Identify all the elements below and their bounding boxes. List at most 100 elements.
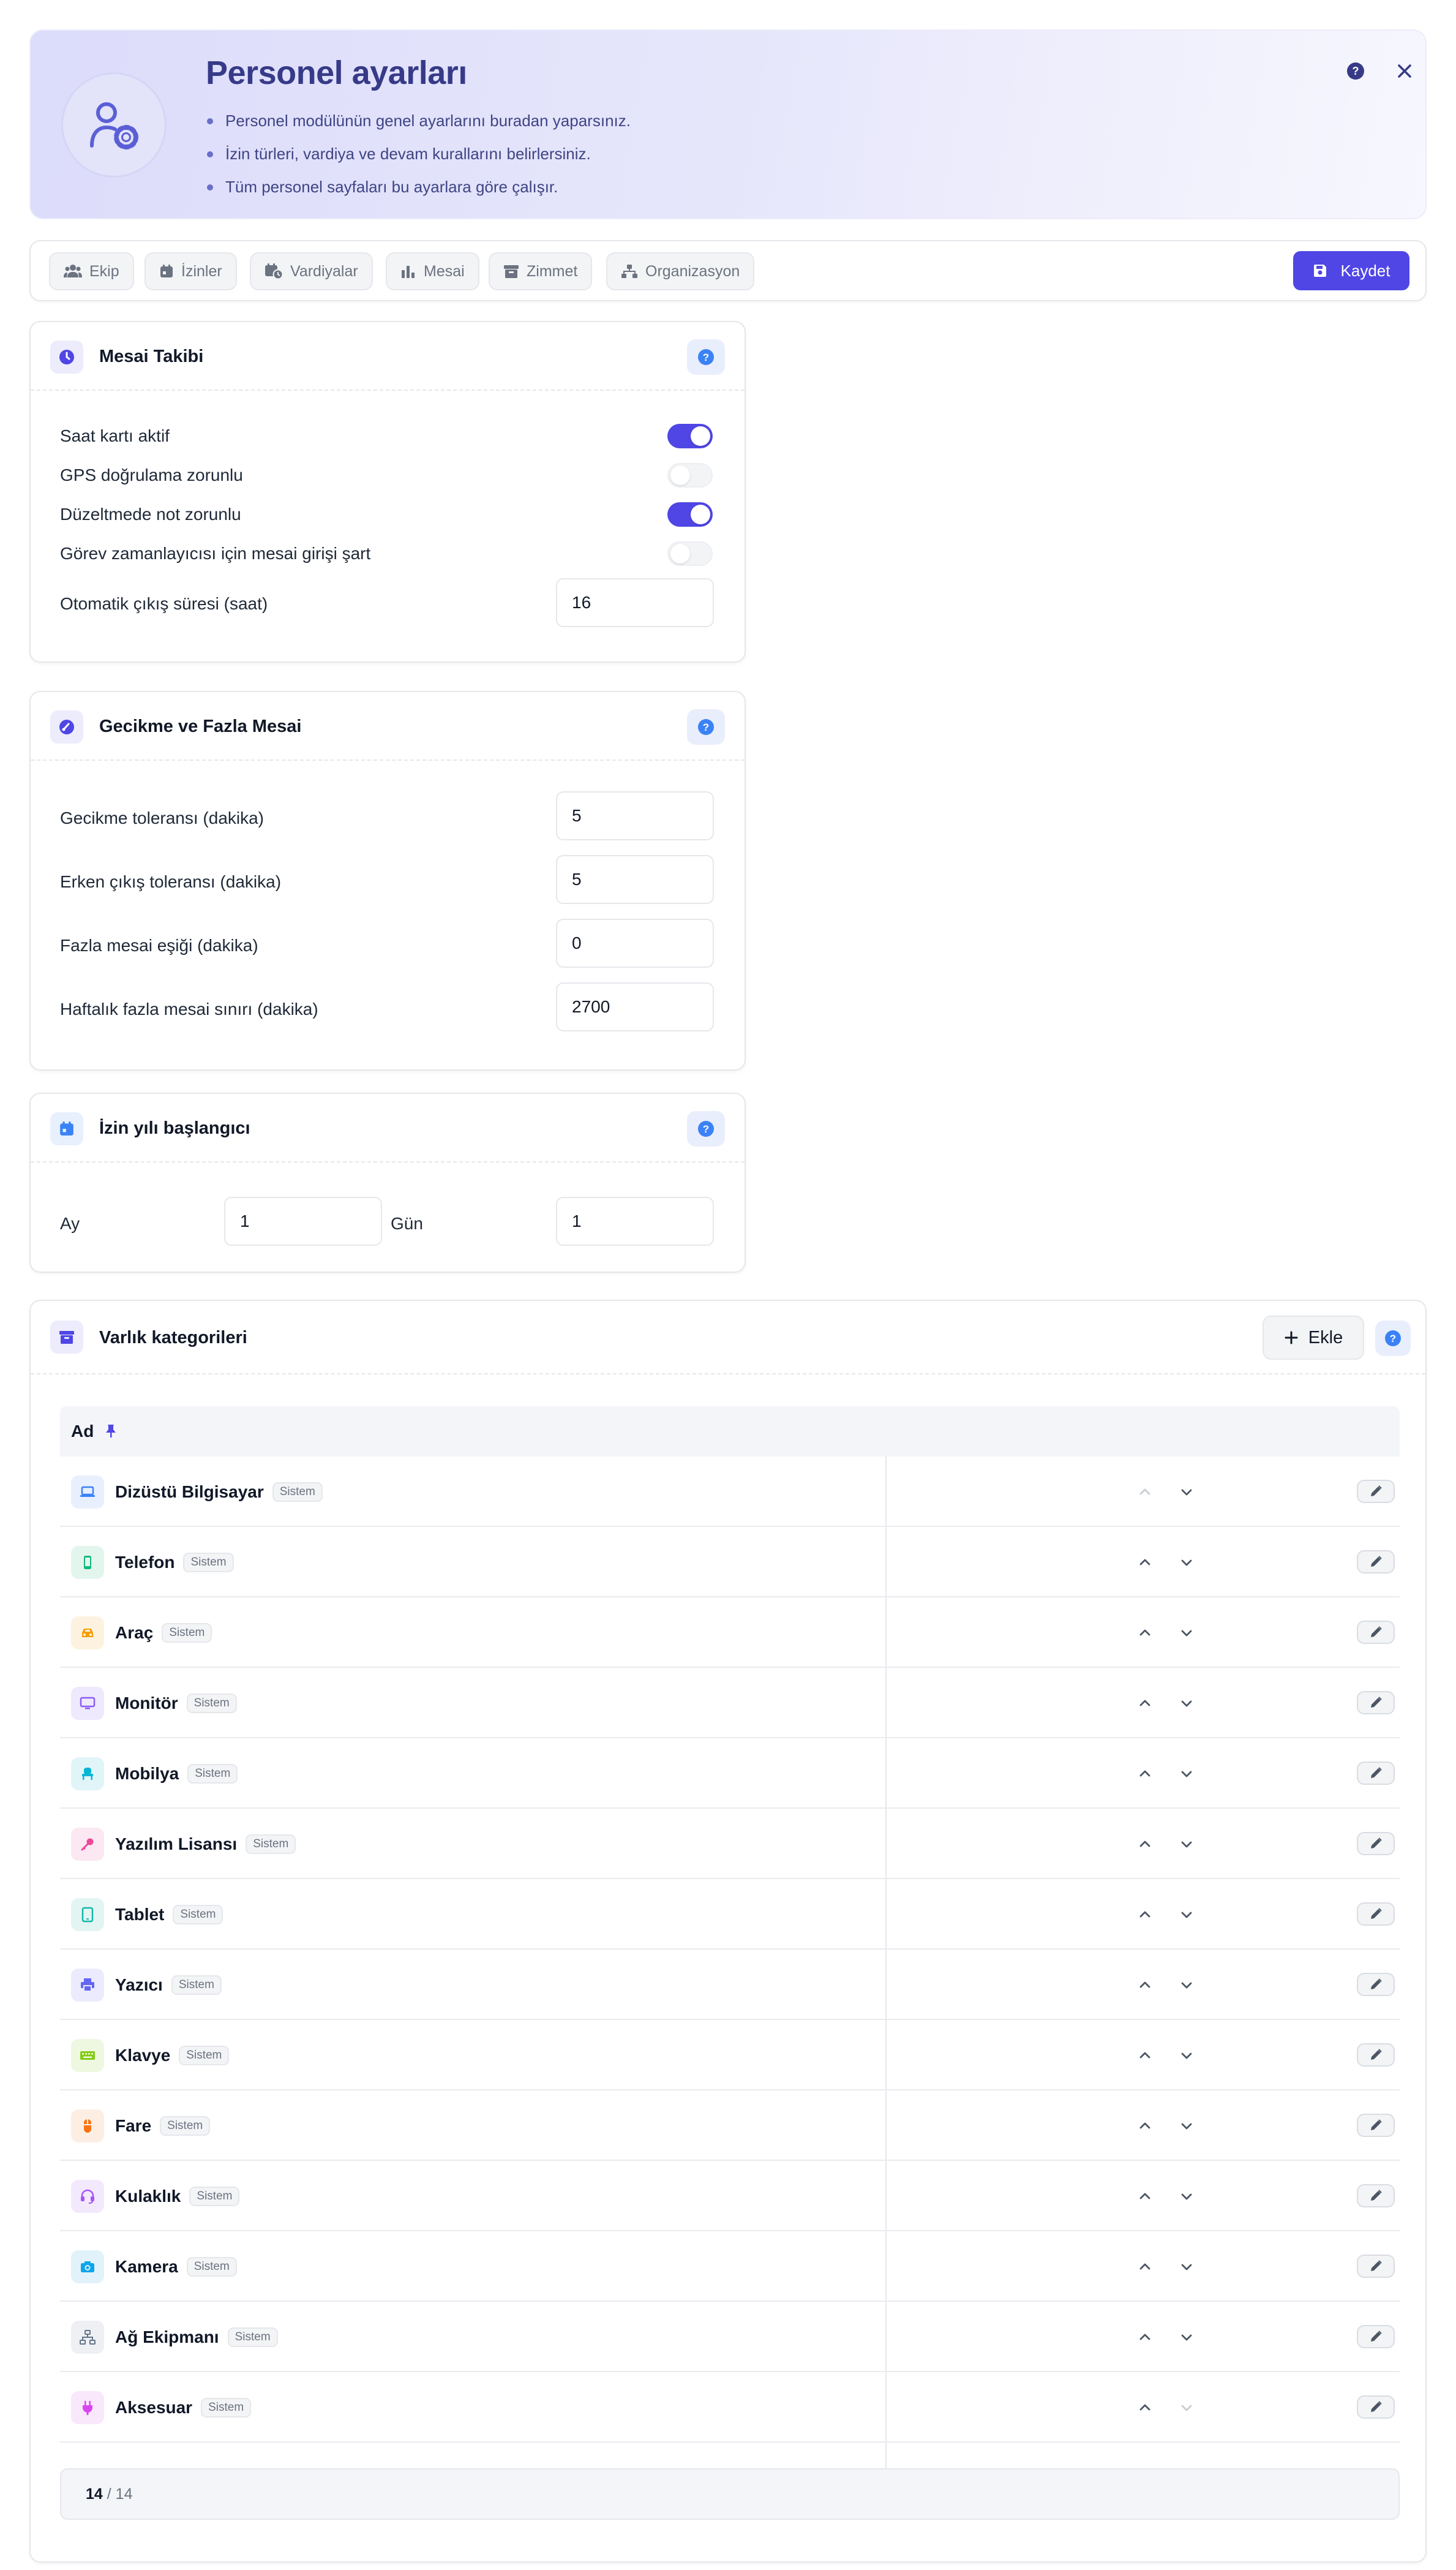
move-up-button[interactable] (1134, 1481, 1156, 1503)
save-button[interactable]: Kaydet (1293, 251, 1409, 290)
move-down-button[interactable] (1176, 2115, 1198, 2137)
table-row: Kamera Sistem (60, 2231, 1400, 2302)
chevron-up-icon (1139, 1981, 1150, 1988)
correction-note-toggle[interactable] (667, 502, 713, 527)
edit-button[interactable] (1357, 1973, 1395, 1996)
help-button[interactable]: ? (687, 709, 725, 745)
move-down-button[interactable] (1176, 2256, 1198, 2278)
tab-mesai[interactable]: Mesai (386, 252, 479, 290)
early-leave-tolerance-input[interactable]: 5 (556, 855, 714, 904)
chevron-down-icon (1181, 1630, 1192, 1637)
system-badge: Sistem (160, 2116, 211, 2136)
edit-button[interactable] (1357, 1762, 1395, 1785)
edit-button[interactable] (1357, 1832, 1395, 1855)
move-up-button[interactable] (1134, 2185, 1156, 2207)
move-down-button[interactable] (1176, 1974, 1198, 1996)
chevron-up-icon (1139, 2334, 1150, 2340)
chevron-up-icon (1139, 1841, 1150, 1847)
add-category-button[interactable]: Ekle (1263, 1316, 1364, 1360)
late-tolerance-input[interactable]: 5 (556, 791, 714, 840)
move-up-button[interactable] (1134, 2115, 1156, 2137)
auto-checkout-input[interactable]: 16 (556, 578, 714, 627)
help-button[interactable]: ? (1375, 1321, 1411, 1356)
move-down-button[interactable] (1176, 1622, 1198, 1644)
move-down-button[interactable] (1176, 1481, 1198, 1503)
move-up-button[interactable] (1134, 2397, 1156, 2419)
move-up-button[interactable] (1134, 2256, 1156, 2278)
table-row: Yazıcı Sistem (60, 1950, 1400, 2020)
help-icon[interactable]: ? (1340, 55, 1372, 87)
move-down-button[interactable] (1176, 2185, 1198, 2207)
month-input[interactable]: 1 (224, 1197, 382, 1246)
chevron-up-icon (1139, 2263, 1150, 2270)
move-down-button[interactable] (1176, 1833, 1198, 1855)
column-header-name[interactable]: Ad (71, 1406, 117, 1456)
help-button[interactable]: ? (687, 1111, 725, 1147)
category-label: Telefon (115, 1553, 175, 1572)
edit-button[interactable] (1357, 1902, 1395, 1926)
table-row: Yazılım Lisansı Sistem (60, 1809, 1400, 1879)
calendar-clock-icon (265, 263, 283, 279)
chevron-down-icon (1181, 1982, 1192, 1989)
tab-vardiyalar[interactable]: Vardiyalar (250, 252, 373, 290)
move-up-button[interactable] (1134, 2326, 1156, 2348)
table-row: Aksesuar Sistem (60, 2372, 1400, 2443)
edit-button[interactable] (1357, 2043, 1395, 2067)
weekly-overtime-limit-input[interactable]: 2700 (556, 982, 714, 1031)
move-up-button[interactable] (1134, 1833, 1156, 1855)
car-icon (71, 1616, 104, 1649)
toggle-label: Görev zamanlayıcısı için mesai girişi şa… (60, 544, 371, 563)
category-name: Ağ Ekipmanı Sistem (115, 2302, 278, 2372)
move-down-button[interactable] (1176, 2326, 1198, 2348)
help-button[interactable]: ? (687, 339, 725, 375)
edit-button[interactable] (1357, 1480, 1395, 1503)
category-name: Klavye Sistem (115, 2020, 230, 2090)
table-row: Fare Sistem (60, 2090, 1400, 2161)
toggle-label: Düzeltmede not zorunlu (60, 505, 241, 524)
edit-button[interactable] (1357, 1691, 1395, 1714)
edit-button[interactable] (1357, 2395, 1395, 2419)
tab-organizasyon[interactable]: Organizasyon (606, 252, 755, 290)
tab-label: Vardiyalar (290, 262, 358, 280)
edit-button[interactable] (1357, 2325, 1395, 2348)
timecard-toggle[interactable] (667, 424, 713, 448)
tab-zimmet[interactable]: Zimmet (489, 252, 593, 290)
chair-icon (71, 1757, 104, 1790)
plug-icon (71, 2391, 104, 2424)
tab-ekip[interactable]: Ekip (49, 252, 134, 290)
move-down-button[interactable] (1176, 1692, 1198, 1714)
move-up-button[interactable] (1134, 1763, 1156, 1785)
edit-button[interactable] (1357, 2184, 1395, 2207)
edit-button[interactable] (1357, 1550, 1395, 1573)
close-icon[interactable] (1389, 55, 1420, 87)
move-up-button[interactable] (1134, 1974, 1156, 1996)
move-down-button[interactable] (1176, 1904, 1198, 1926)
header-bullet: Personel modülünün genel ayarlarını bura… (206, 104, 631, 137)
move-down-button[interactable] (1176, 2397, 1198, 2419)
move-up-button[interactable] (1134, 1622, 1156, 1644)
move-down-button[interactable] (1176, 1763, 1198, 1785)
move-up-button[interactable] (1134, 1551, 1156, 1573)
system-badge: Sistem (183, 1552, 234, 1572)
pencil-icon (1371, 2049, 1382, 2060)
move-down-button[interactable] (1176, 1551, 1198, 1573)
category-name: Aksesuar Sistem (115, 2372, 252, 2443)
edit-button[interactable] (1357, 2114, 1395, 2137)
edit-button[interactable] (1357, 2255, 1395, 2278)
field-label: Gecikme toleransı (dakika) (60, 808, 265, 827)
system-badge: Sistem (201, 2397, 252, 2417)
pin-icon[interactable] (105, 1423, 117, 1438)
tab-izinler[interactable]: İzinler (144, 252, 237, 290)
edit-button[interactable] (1357, 1621, 1395, 1644)
gps-toggle[interactable] (667, 463, 713, 488)
move-up-button[interactable] (1134, 1692, 1156, 1714)
move-up-button[interactable] (1134, 1904, 1156, 1926)
move-up-button[interactable] (1134, 2044, 1156, 2067)
field-label: Haftalık fazla mesai sınırı (dakika) (60, 1000, 318, 1019)
move-down-button[interactable] (1176, 2044, 1198, 2067)
overtime-threshold-input[interactable]: 0 (556, 919, 714, 968)
task-timer-toggle[interactable] (667, 541, 713, 566)
help-icon: ? (1385, 1330, 1401, 1346)
day-input[interactable]: 1 (556, 1197, 714, 1246)
category-label: Dizüstü Bilgisayar (115, 1482, 264, 1501)
